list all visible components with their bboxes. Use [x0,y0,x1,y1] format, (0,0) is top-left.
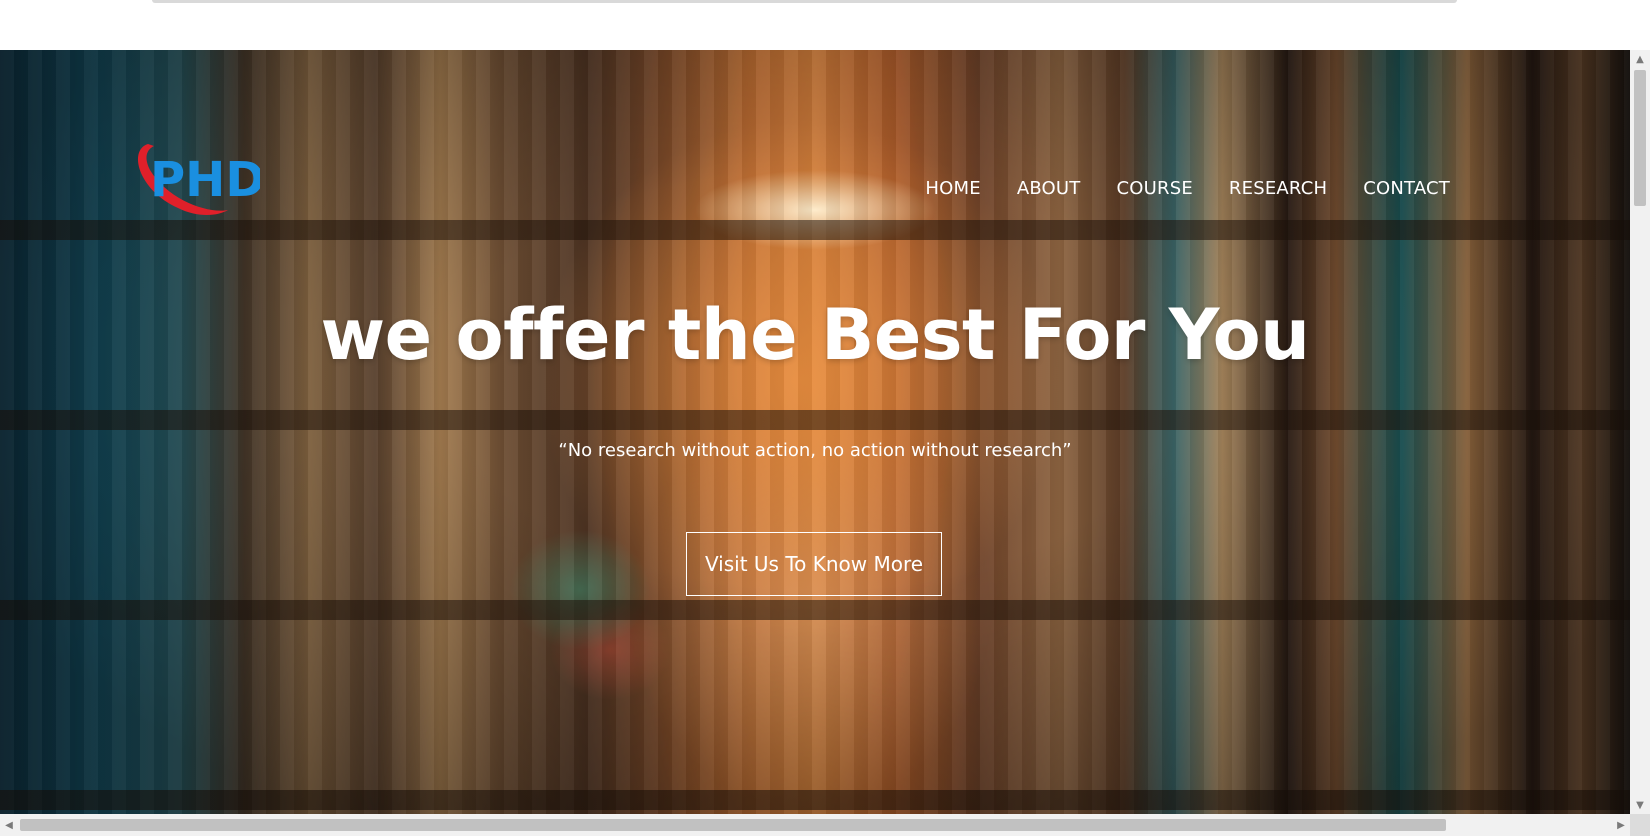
horizontal-scrollbar[interactable]: ◀ ▶ [0,814,1630,836]
nav-contact[interactable]: CONTACT [1363,178,1450,199]
site-logo[interactable]: PHD [128,130,265,220]
visit-us-button[interactable]: Visit Us To Know More [686,532,942,596]
address-bar-edge [152,0,1457,3]
scroll-up-icon[interactable]: ▲ [1630,50,1650,68]
scrollbar-corner [1630,814,1650,836]
nav-about[interactable]: ABOUT [1017,178,1081,199]
scroll-right-icon[interactable]: ▶ [1612,814,1630,836]
page-viewport: PHD HOME ABOUT COURSE RESEARCH CONTACT w… [0,50,1630,814]
hero-title: we offer the Best For You [320,294,1311,376]
vertical-scroll-thumb[interactable] [1634,70,1646,206]
browser-top-area [0,0,1650,50]
logo-text: PHD [150,152,260,208]
main-nav: HOME ABOUT COURSE RESEARCH CONTACT [925,178,1450,199]
nav-research[interactable]: RESEARCH [1229,178,1327,199]
scroll-down-icon[interactable]: ▼ [1630,796,1650,814]
nav-home[interactable]: HOME [925,178,980,199]
scroll-left-icon[interactable]: ◀ [0,814,18,836]
nav-course[interactable]: COURSE [1117,178,1193,199]
vertical-scrollbar[interactable]: ▲ ▼ [1630,50,1650,814]
phd-logo-icon: PHD [138,144,265,215]
horizontal-scroll-thumb[interactable] [20,819,1446,831]
hero-subtitle: “No research without action, no action w… [558,440,1072,461]
